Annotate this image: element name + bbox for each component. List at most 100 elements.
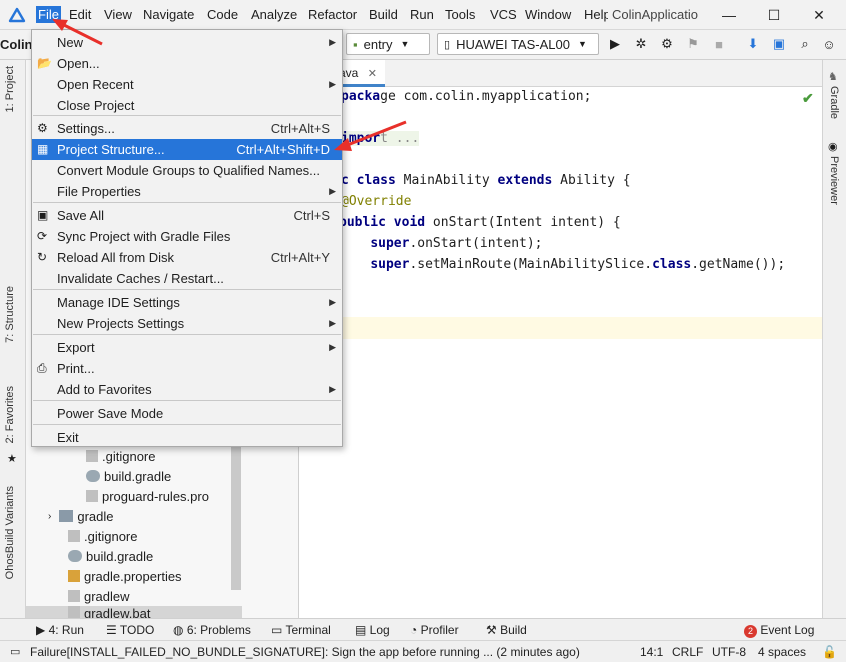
menu-item-exit[interactable]: Exit bbox=[32, 427, 342, 448]
lock-icon[interactable]: 🔓 bbox=[822, 645, 837, 659]
menu-item-manage-ide-settings[interactable]: Manage IDE Settings ▶ bbox=[32, 292, 342, 313]
project-structure-icon: ▦ bbox=[37, 142, 49, 156]
tree-item[interactable]: .gitignore bbox=[68, 526, 284, 546]
gradle-icon bbox=[86, 470, 100, 482]
caret-position[interactable]: 14:1 bbox=[640, 645, 663, 659]
menu-item-sync-project-with-gradle-files[interactable]: ⟳ Sync Project with Gradle Files bbox=[32, 226, 342, 247]
menu-item-open[interactable]: 📂 Open... bbox=[32, 53, 342, 74]
tab-build-variants[interactable]: OhosBuild Variants bbox=[4, 486, 16, 579]
tree-item[interactable]: build.gradle bbox=[68, 546, 284, 566]
tool-log[interactable]: ▤ Log bbox=[355, 623, 390, 637]
menu-item-convert-module-groups-to-qualified-names[interactable]: Convert Module Groups to Qualified Names… bbox=[32, 160, 342, 181]
close-button[interactable]: ✕ bbox=[804, 4, 834, 26]
tab-favorites[interactable]: 2: Favorites bbox=[4, 386, 16, 443]
submenu-arrow-icon: ▶ bbox=[329, 79, 336, 89]
menu-item-label: Manage IDE Settings bbox=[57, 295, 180, 310]
profiler-icon[interactable]: ⚑ bbox=[684, 35, 702, 53]
sdk-manager-icon[interactable]: ⬇ bbox=[744, 35, 762, 53]
menu-refactor[interactable]: Refactor bbox=[308, 7, 357, 22]
menu-navigate[interactable]: Navigate bbox=[143, 7, 194, 22]
tab-structure[interactable]: 7: Structure bbox=[4, 286, 16, 343]
menu-item-print[interactable]: ⎙ Print... bbox=[32, 358, 342, 379]
tool-todo[interactable]: ☰ TODO bbox=[106, 623, 154, 637]
tree-item[interactable]: gradle.properties bbox=[68, 566, 284, 586]
status-message[interactable]: Failure[INSTALL_FAILED_NO_BUNDLE_SIGNATU… bbox=[30, 645, 610, 659]
code-editor[interactable]: ava ✕ ✔ package com.colin.myapplication;… bbox=[299, 60, 822, 618]
menu-item-save-all[interactable]: ▣ Save All Ctrl+S bbox=[32, 205, 342, 226]
menu-edit[interactable]: Edit bbox=[69, 7, 91, 22]
tab-project[interactable]: 1: Project bbox=[4, 66, 16, 112]
indent-setting[interactable]: 4 spaces bbox=[758, 645, 806, 659]
minimize-button[interactable]: — bbox=[714, 4, 744, 26]
run-config-select[interactable]: ▪ entry ▼ bbox=[346, 33, 430, 55]
menu-item-label: Save All bbox=[57, 208, 104, 223]
menu-item-power-save-mode[interactable]: Power Save Mode bbox=[32, 403, 342, 424]
tool-run[interactable]: ▶ 4: Run bbox=[36, 623, 84, 637]
device-select[interactable]: ▯ HUAWEI TAS-AL00 ▼ bbox=[437, 33, 599, 55]
file-encoding[interactable]: UTF-8 bbox=[712, 645, 746, 659]
menu-tools[interactable]: Tools bbox=[445, 7, 475, 22]
menu-item-label: Project Structure... bbox=[57, 142, 165, 157]
menu-code[interactable]: Code bbox=[207, 7, 238, 22]
attach-debugger-icon[interactable]: ⚙ bbox=[658, 35, 676, 53]
avatar-icon[interactable]: ☺ bbox=[820, 35, 838, 53]
tool-terminal[interactable]: ▭ Terminal bbox=[271, 623, 331, 637]
menu-file[interactable]: File bbox=[36, 6, 61, 23]
menu-item-label: File Properties bbox=[57, 184, 141, 199]
menu-item-add-to-favorites[interactable]: Add to Favorites ▶ bbox=[32, 379, 342, 400]
menu-item-reload-all-from-disk[interactable]: ↻ Reload All from Disk Ctrl+Alt+Y bbox=[32, 247, 342, 268]
menu-item-label: Close Project bbox=[57, 98, 135, 113]
line-separator[interactable]: CRLF bbox=[672, 645, 703, 659]
menu-item-close-project[interactable]: Close Project bbox=[32, 95, 342, 116]
tree-item[interactable]: build.gradle bbox=[86, 466, 302, 486]
menu-build[interactable]: Build bbox=[369, 7, 398, 22]
structure-icon[interactable]: ▣ bbox=[770, 35, 788, 53]
menu-item-new[interactable]: New ▶ bbox=[32, 32, 342, 53]
tool-profiler[interactable]: ◔ Profiler bbox=[410, 623, 459, 637]
tool-event-log[interactable]: 2 Event Log bbox=[744, 623, 814, 638]
print-icon: ⎙ bbox=[37, 361, 47, 375]
stop-icon[interactable]: ■ bbox=[710, 35, 728, 53]
maximize-button[interactable]: ☐ bbox=[759, 4, 789, 26]
tree-item[interactable]: gradlew.bat bbox=[26, 606, 242, 618]
menu-view[interactable]: View bbox=[104, 7, 132, 22]
properties-icon bbox=[68, 570, 80, 582]
profiler-icon: ◔ bbox=[410, 623, 421, 637]
right-tool-strip: ♞ Gradle ◉ Previewer bbox=[822, 60, 846, 618]
menu-item-export[interactable]: Export ▶ bbox=[32, 337, 342, 358]
menu-item-project-structure[interactable]: ▦ Project Structure... Ctrl+Alt+Shift+D bbox=[32, 139, 342, 160]
menu-run[interactable]: Run bbox=[410, 7, 434, 22]
tab-gradle[interactable]: Gradle bbox=[828, 86, 840, 119]
tree-item[interactable]: gradlew bbox=[68, 586, 284, 606]
menu-window[interactable]: Window bbox=[525, 7, 571, 22]
debug-icon[interactable]: ✲ bbox=[632, 35, 650, 53]
menu-item-shortcut: Ctrl+S bbox=[293, 208, 330, 223]
menu-item-label: Reload All from Disk bbox=[57, 250, 175, 265]
menu-vcs[interactable]: VCS bbox=[490, 7, 517, 22]
log-icon: ▤ bbox=[355, 623, 370, 637]
tree-item[interactable]: proguard-rules.pro bbox=[86, 486, 302, 506]
hammer-icon: ⚒ bbox=[486, 623, 501, 637]
code-line: import ... bbox=[341, 131, 420, 146]
search-icon[interactable]: ⌕ bbox=[796, 35, 814, 53]
close-tab-icon[interactable]: ✕ bbox=[368, 68, 377, 80]
chevron-down-icon: ▼ bbox=[577, 39, 587, 49]
submenu-arrow-icon: ▶ bbox=[329, 186, 336, 196]
tool-build[interactable]: ⚒ Build bbox=[486, 623, 527, 637]
tree-item[interactable]: .gitignore bbox=[86, 446, 302, 466]
run-icon[interactable]: ▶ bbox=[606, 35, 624, 53]
menu-item-open-recent[interactable]: Open Recent ▶ bbox=[32, 74, 342, 95]
tab-previewer[interactable]: Previewer bbox=[828, 156, 840, 205]
chevron-right-icon[interactable]: › bbox=[48, 511, 51, 522]
menu-item-file-properties[interactable]: File Properties ▶ bbox=[32, 181, 342, 202]
tree-scrollbar[interactable] bbox=[231, 445, 241, 590]
tool-problems[interactable]: ◍ 6: Problems bbox=[173, 623, 251, 637]
menu-item-settings[interactable]: ⚙ Settings... Ctrl+Alt+S bbox=[32, 118, 342, 139]
file-icon bbox=[68, 606, 80, 618]
menu-item-label: Exit bbox=[57, 430, 79, 445]
menu-analyze[interactable]: Analyze bbox=[251, 7, 297, 22]
menu-help[interactable]: Help bbox=[584, 7, 608, 22]
menu-bar: File Edit View Navigate Code Analyze Ref… bbox=[0, 0, 846, 30]
menu-item-new-projects-settings[interactable]: New Projects Settings ▶ bbox=[32, 313, 342, 334]
menu-item-invalidate-caches-restart[interactable]: Invalidate Caches / Restart... bbox=[32, 268, 342, 289]
